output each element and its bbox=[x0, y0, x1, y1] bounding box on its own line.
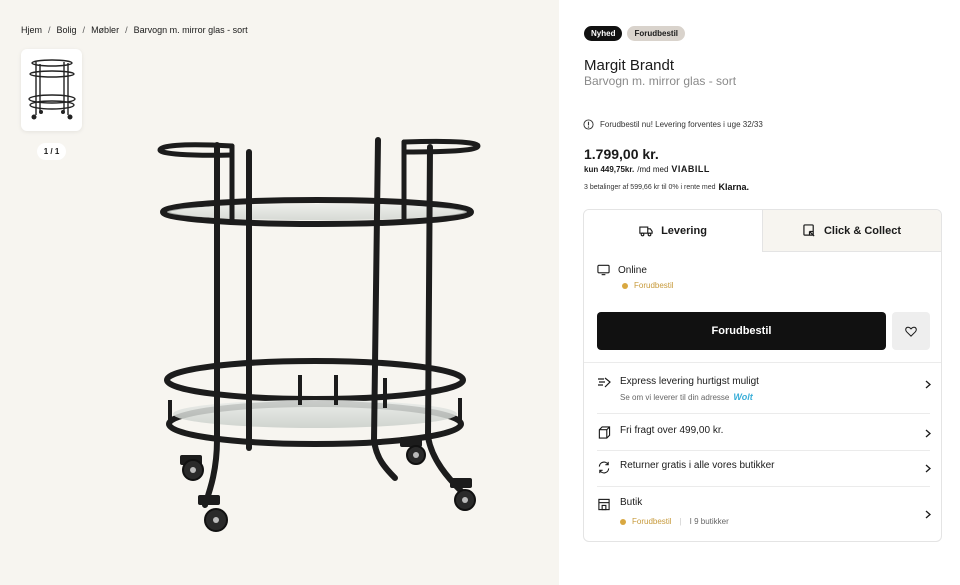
express-title: Express levering hurtigst muligt bbox=[620, 376, 759, 387]
free-freight-row[interactable]: Fri fragt over 499,00 kr. bbox=[597, 425, 931, 439]
freight-title: Fri fragt over 499,00 kr. bbox=[620, 425, 724, 436]
chevron-right-icon bbox=[925, 429, 931, 438]
breadcrumb-separator: / bbox=[48, 25, 51, 35]
product-price: 1.799,00 kr. bbox=[584, 146, 659, 162]
monitor-icon bbox=[597, 264, 610, 276]
tab-click-collect-label: Click & Collect bbox=[823, 224, 902, 237]
product-details: Nyhed Forudbestil Margit Brandt Barvogn … bbox=[559, 0, 960, 585]
chevron-right-icon bbox=[925, 380, 931, 389]
breadcrumb-separator: / bbox=[82, 25, 86, 35]
delivery-tabs: Levering Click & Collect bbox=[584, 210, 941, 252]
preorder-badge: Forudbestil bbox=[627, 26, 686, 41]
preorder-notice: Forudbestil nu! Levering forventes i uge… bbox=[583, 119, 763, 130]
returns-row[interactable]: Returner gratis i alle vores butikker bbox=[597, 460, 931, 474]
breadcrumb-bolig[interactable]: Bolig bbox=[57, 25, 77, 35]
store-title: Butik bbox=[620, 497, 643, 508]
klarna-text: 3 betalinger af 599,66 kr til 0% i rente… bbox=[584, 183, 716, 191]
box-icon bbox=[598, 426, 611, 439]
klarna-info[interactable]: 3 betalinger af 599,66 kr til 0% i rente… bbox=[584, 182, 749, 192]
separator: | bbox=[679, 517, 682, 526]
express-icon bbox=[598, 377, 611, 388]
store-status: Forudbestil bbox=[632, 517, 672, 526]
product-image bbox=[157, 137, 481, 532]
row-divider bbox=[597, 450, 930, 451]
online-label: Online bbox=[618, 264, 647, 276]
breadcrumb-separator: / bbox=[125, 25, 128, 35]
online-status-text: Forudbestil bbox=[634, 281, 674, 290]
info-icon bbox=[583, 119, 594, 130]
express-subtitle: Se om vi leverer til din adresse bbox=[620, 392, 730, 402]
product-name: Barvogn m. mirror glas - sort bbox=[584, 74, 737, 88]
viabill-amount: kun 449,75kr. bbox=[584, 164, 635, 174]
truck-icon bbox=[639, 226, 653, 237]
wishlist-button[interactable] bbox=[892, 312, 930, 350]
breadcrumb-home[interactable]: Hjem bbox=[21, 25, 42, 35]
thumbnail-image bbox=[27, 59, 76, 120]
panel-divider bbox=[584, 362, 941, 363]
returns-title: Returner gratis i alle vores butikker bbox=[620, 460, 775, 471]
status-dot-icon bbox=[622, 282, 628, 289]
preorder-notice-text: Forudbestil nu! Levering forventes i uge… bbox=[600, 120, 763, 129]
product-brand[interactable]: Margit Brandt bbox=[584, 57, 674, 74]
breadcrumb-current[interactable]: Barvogn m. mirror glas - sort bbox=[134, 25, 248, 35]
online-status: Forudbestil bbox=[622, 281, 674, 290]
express-delivery-row[interactable]: Express levering hurtigst muligt Se om v… bbox=[597, 376, 931, 402]
heart-icon bbox=[905, 326, 917, 337]
viabill-text: /md med bbox=[637, 164, 669, 174]
gallery-counter: 1 / 1 bbox=[37, 143, 66, 160]
new-badge: Nyhed bbox=[584, 26, 623, 41]
return-icon bbox=[598, 461, 610, 474]
click-collect-icon bbox=[803, 224, 815, 237]
online-availability: Online bbox=[597, 264, 647, 276]
preorder-button[interactable]: Forudbestil bbox=[597, 312, 886, 350]
badge-group: Nyhed Forudbestil bbox=[584, 26, 686, 41]
tab-delivery-label: Levering bbox=[661, 225, 707, 237]
product-thumbnail[interactable] bbox=[21, 49, 82, 131]
chevron-right-icon bbox=[925, 510, 931, 519]
store-row[interactable]: Butik Forudbestil | I 9 butikker bbox=[597, 497, 931, 526]
gallery-area: Hjem / Bolig / Møbler / Barvogn m. mirro… bbox=[0, 0, 559, 585]
breadcrumb: Hjem / Bolig / Møbler / Barvogn m. mirro… bbox=[21, 25, 248, 35]
delivery-panel: Levering Click & Collect Online Forudbes… bbox=[583, 209, 942, 542]
tab-delivery[interactable]: Levering bbox=[584, 210, 762, 252]
viabill-logo: VIABILL bbox=[671, 164, 710, 174]
breadcrumb-mobler[interactable]: Møbler bbox=[91, 25, 119, 35]
row-divider bbox=[597, 486, 930, 487]
tab-click-collect[interactable]: Click & Collect bbox=[762, 210, 941, 252]
store-count: I 9 butikker bbox=[689, 517, 729, 526]
row-divider bbox=[597, 413, 930, 414]
chevron-right-icon bbox=[925, 464, 931, 473]
viabill-info[interactable]: kun 449,75kr. /md med VIABILL bbox=[584, 164, 710, 174]
store-icon bbox=[598, 498, 610, 511]
status-dot-icon bbox=[620, 518, 626, 525]
wolt-logo: Wolt bbox=[733, 392, 753, 402]
klarna-logo: Klarna. bbox=[718, 182, 750, 192]
